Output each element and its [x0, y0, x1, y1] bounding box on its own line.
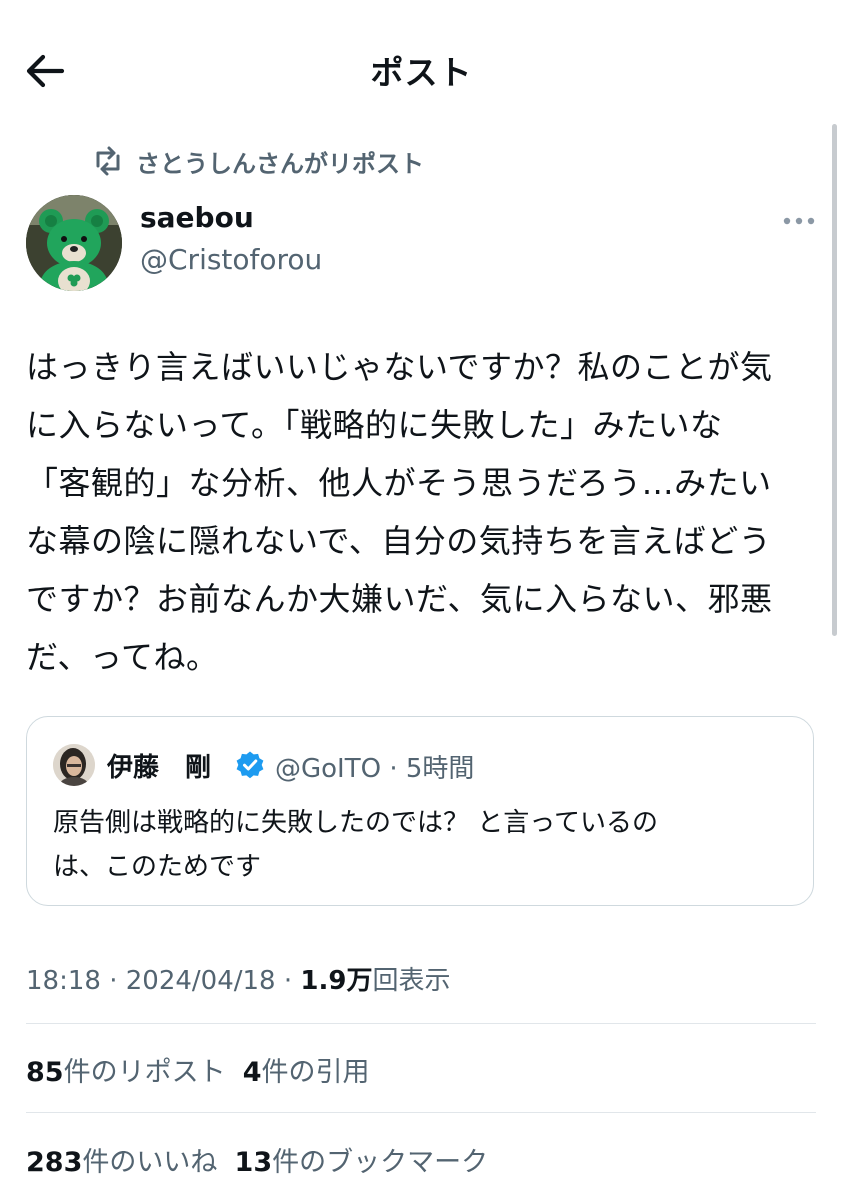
separator-dot: ·	[109, 966, 118, 996]
quotes-count: 4	[242, 1057, 262, 1088]
post-time[interactable]: 18:18	[26, 966, 101, 996]
post-text: はっきり言えばいいじゃないですか？私のことが気 に入らないって。「戦略的に失敗し…	[26, 348, 773, 676]
quotes-label: 件の引用	[261, 1057, 370, 1088]
quoted-text: 原告側は戦略的に失敗したのでは？ と言っているの は、このためです	[53, 808, 658, 882]
bookmarks-count: 13	[234, 1147, 273, 1178]
quoted-post[interactable]: 伊藤 剛 @GoITO · 5時間 原告側は戦略的に失敗したのでは？ と言ってい…	[26, 716, 814, 906]
likes-label: 件のいいね	[82, 1147, 218, 1178]
reposts-label: 件のリポスト	[63, 1057, 226, 1088]
bear-avatar-image	[26, 195, 122, 291]
author-name[interactable]: saebou	[140, 201, 254, 234]
bookmarks-label: 件のブックマーク	[272, 1147, 489, 1178]
quoted-author-handle: @GoITO	[275, 754, 382, 784]
engagement-row-reposts: 85件のリポスト 4件の引用	[26, 1050, 370, 1089]
page-title: ポスト	[370, 53, 473, 92]
repost-label: さとうしんさんがリポスト	[136, 149, 424, 178]
quoted-time: 5時間	[405, 754, 475, 784]
likes-stat[interactable]: 283件のいいね	[26, 1147, 217, 1178]
author-handle[interactable]: @Cristoforou	[140, 243, 322, 276]
post-timestamp: 18:18 · 2024/04/18 · 1.9万回表示	[26, 960, 450, 997]
divider	[26, 1023, 816, 1024]
scrollbar[interactable]	[832, 124, 837, 636]
separator-dot: ·	[283, 966, 293, 996]
reposts-count: 85	[26, 1057, 64, 1088]
likes-count: 283	[26, 1147, 83, 1178]
repost-icon	[96, 146, 120, 176]
top-bar: ポスト	[0, 0, 843, 135]
quoted-avatar-image	[53, 744, 95, 786]
views-label: 回表示	[372, 966, 451, 996]
quotes-stat[interactable]: 4件の引用	[243, 1057, 370, 1088]
post-author: saebou @Cristoforou	[26, 195, 816, 295]
quoted-author-avatar	[53, 744, 95, 786]
repost-indicator[interactable]: さとうしんさんがリポスト	[92, 143, 424, 179]
avatar[interactable]	[26, 195, 122, 291]
engagement-row-likes: 283件のいいね 13件のブックマーク	[26, 1140, 488, 1179]
reposts-stat[interactable]: 85件のリポスト	[26, 1057, 226, 1088]
separator-dot: ·	[389, 754, 398, 784]
more-horizontal-icon[interactable]	[782, 207, 816, 235]
bookmarks-stat[interactable]: 13件のブックマーク	[235, 1147, 489, 1178]
verified-badge-icon	[236, 751, 264, 779]
post-date[interactable]: 2024/04/18	[126, 966, 276, 996]
divider	[26, 1112, 816, 1113]
quoted-author-name: 伊藤 剛	[107, 753, 212, 783]
quoted-meta: @GoITO · 5時間	[275, 748, 474, 785]
views-count: 1.9万	[300, 966, 373, 996]
